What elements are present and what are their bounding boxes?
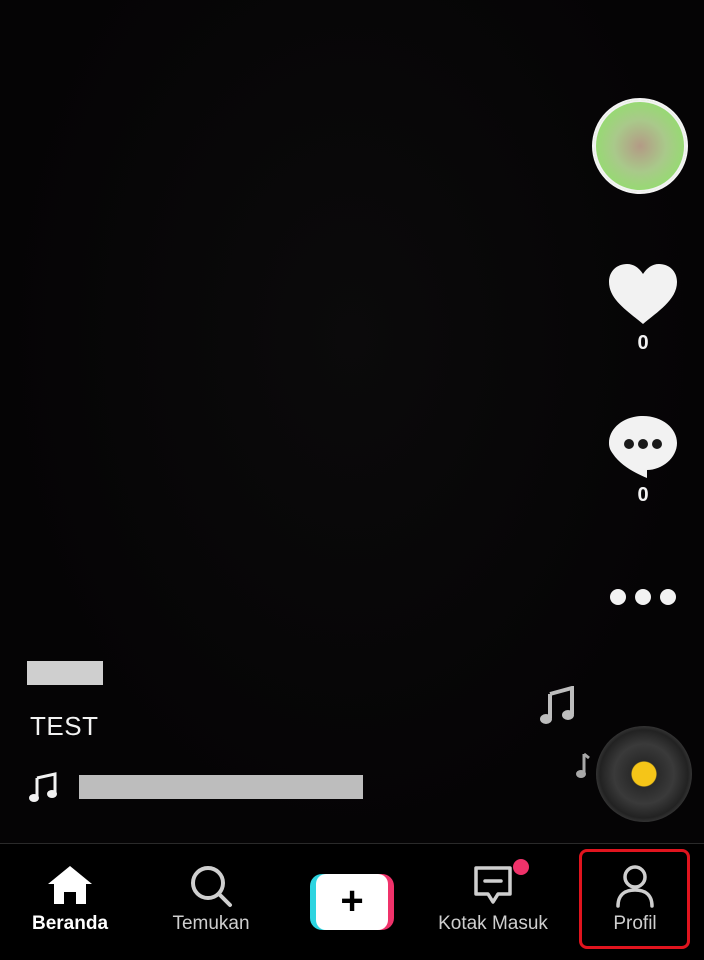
heart-icon — [609, 264, 677, 324]
like-count: 0 — [637, 332, 649, 354]
nav-discover[interactable]: Temukan — [150, 844, 272, 960]
nav-create[interactable]: + — [300, 844, 404, 960]
music-note-icon — [29, 772, 57, 802]
creator-avatar[interactable] — [592, 98, 688, 194]
nav-inbox-label: Kotak Masuk — [438, 913, 548, 934]
nav-profile[interactable]: Profil — [580, 844, 690, 960]
plus-icon: + — [340, 879, 364, 923]
nav-home-label: Beranda — [31, 913, 109, 934]
screen: 0 0 TEST Beranda Temukan + Kotak Masuk P… — [0, 0, 704, 960]
more-options-button[interactable] — [606, 584, 680, 610]
nav-discover-label: Temukan — [172, 913, 250, 934]
music-note-icon — [540, 686, 574, 724]
comment-count: 0 — [637, 484, 649, 506]
music-disc[interactable] — [596, 726, 692, 822]
more-dots-icon — [610, 589, 676, 605]
username-redacted[interactable] — [27, 661, 103, 685]
bottom-navigation: Beranda Temukan + Kotak Masuk Profil — [0, 843, 704, 960]
comment-button[interactable]: 0 — [604, 414, 682, 507]
nav-profile-label: Profil — [613, 913, 657, 934]
nav-inbox[interactable]: Kotak Masuk — [424, 844, 562, 960]
profile-icon — [616, 865, 654, 908]
create-button[interactable]: + — [310, 874, 394, 930]
video-caption: TEST — [30, 711, 99, 741]
notification-badge — [513, 859, 529, 875]
search-icon — [191, 866, 232, 907]
music-title-redacted — [79, 775, 363, 799]
home-icon — [48, 866, 92, 904]
music-note-icon — [576, 752, 590, 778]
inbox-icon — [474, 866, 512, 904]
like-button[interactable]: 0 — [604, 262, 682, 355]
nav-home[interactable]: Beranda — [10, 844, 130, 960]
comment-bubble-icon — [609, 416, 677, 478]
